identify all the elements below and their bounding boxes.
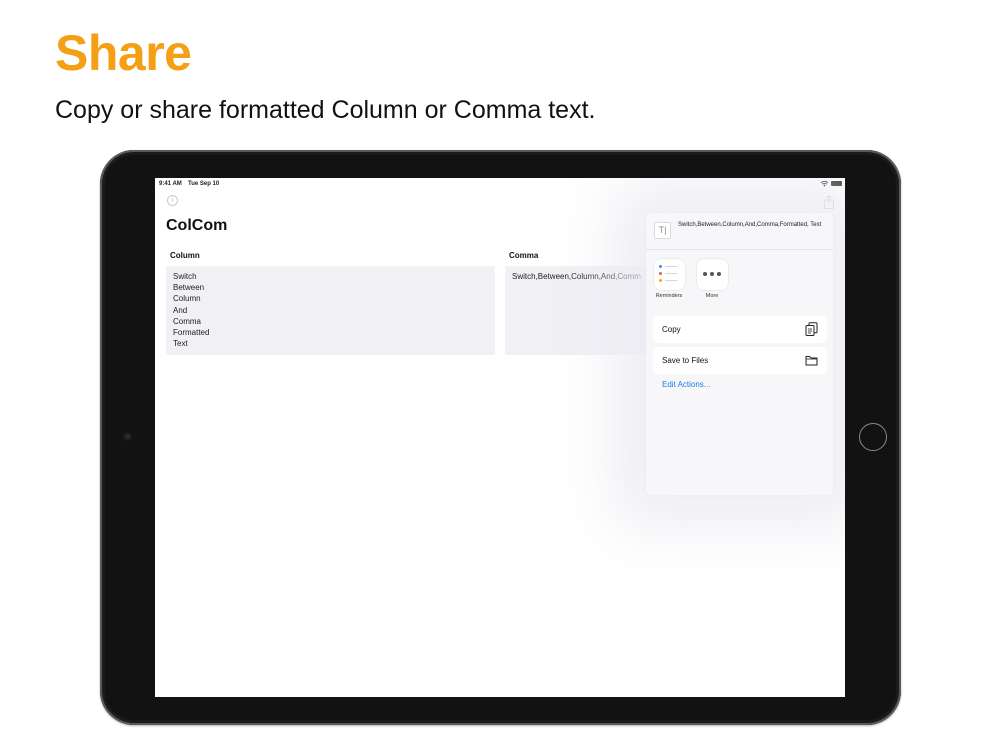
comma-text: Switch,Between,Column,And,Comm <box>512 272 641 281</box>
reminders-icon <box>653 259 685 290</box>
battery-icon <box>831 181 842 186</box>
hero-title: Share <box>55 25 192 81</box>
column-line: Formatted <box>173 328 210 338</box>
share-sheet-header: T| Switch,Between,Column,And,Comma,Forma… <box>646 213 833 250</box>
share-app-label: Reminders <box>655 293 683 299</box>
hero-subtitle: Copy or share formatted Column or Comma … <box>55 96 596 124</box>
column-line: And <box>173 305 188 315</box>
column-line: Column <box>173 294 201 304</box>
column-label: Column <box>170 251 200 260</box>
copy-action[interactable]: Copy <box>653 316 827 343</box>
info-icon[interactable]: i <box>167 195 178 206</box>
column-line: Between <box>173 283 205 293</box>
save-to-files-label: Save to Files <box>662 356 709 365</box>
status-time: 9:41 AM <box>159 181 182 187</box>
app-title: ColCom <box>166 217 228 234</box>
ipad-frame: 9:41 AM Tue Sep 10 i ColCom Column Switc… <box>100 150 901 725</box>
ipad-screen: 9:41 AM Tue Sep 10 i ColCom Column Switc… <box>155 178 845 697</box>
comma-text-field[interactable]: Switch,Between,Column,And,Comm <box>505 266 665 355</box>
share-preview-text: Switch,Between,Column,And,Comma,Formatte… <box>678 222 822 228</box>
column-line: Comma <box>173 316 202 326</box>
more-icon <box>696 259 728 290</box>
share-sheet: T| Switch,Between,Column,And,Comma,Forma… <box>646 213 833 495</box>
folder-icon <box>805 356 818 366</box>
share-app-more[interactable]: More <box>692 259 732 299</box>
column-line: Text <box>173 339 188 349</box>
copy-icon <box>805 322 818 336</box>
status-bar: 9:41 AM Tue Sep 10 <box>155 178 845 190</box>
column-line: Switch <box>173 272 197 281</box>
status-date: Tue Sep 10 <box>188 181 220 187</box>
copy-action-label: Copy <box>662 325 681 334</box>
share-app-label: More <box>705 293 719 299</box>
camera <box>123 432 132 441</box>
save-to-files-action[interactable]: Save to Files <box>653 347 827 374</box>
share-app-reminders[interactable]: Reminders <box>649 259 689 299</box>
text-document-icon: T| <box>654 222 671 239</box>
edit-actions-link[interactable]: Edit Actions... <box>662 380 710 389</box>
home-button[interactable] <box>859 423 887 451</box>
share-icon[interactable] <box>823 195 835 209</box>
comma-label: Comma <box>509 251 539 260</box>
wifi-icon <box>820 180 829 187</box>
column-text-field[interactable]: Switch Between Column And Comma Formatte… <box>166 266 495 355</box>
